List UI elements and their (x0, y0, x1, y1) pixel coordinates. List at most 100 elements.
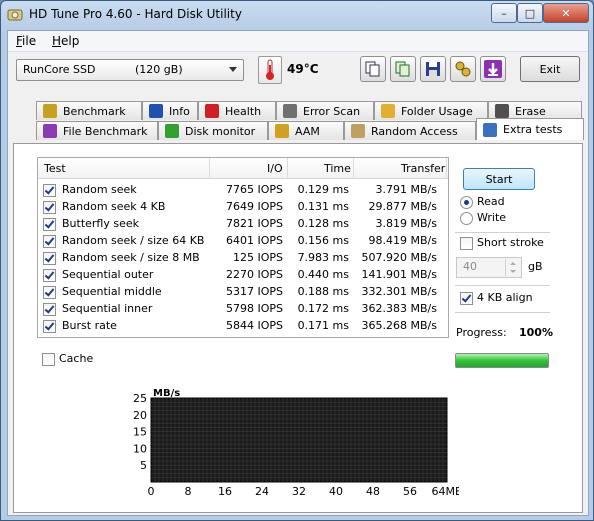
time-value: 0.440 ms (297, 268, 349, 281)
short-stroke-checkbox[interactable] (460, 237, 473, 250)
write-radio[interactable] (460, 212, 473, 225)
drive-select[interactable]: RunCore SSD (120 gB) (16, 59, 244, 81)
tab-label: Random Access (371, 124, 458, 138)
copy-icon (365, 61, 380, 77)
test-checkbox[interactable] (43, 235, 56, 248)
transfer-value: 3.791 MB/s (375, 183, 437, 196)
table-row[interactable]: Random seek 4 KB 7649 IOPS 0.131 ms 29.877 … (38, 199, 448, 216)
tab-extra-tests[interactable]: Extra tests (476, 118, 584, 140)
tab-random-access[interactable]: Random Access (344, 121, 476, 140)
test-checkbox[interactable] (43, 201, 56, 214)
header-transfer[interactable]: Transfer (401, 162, 445, 175)
header-time[interactable]: Time (324, 162, 351, 175)
io-value: 5798 IOPS (225, 302, 283, 315)
x-tick-label: 64MB (431, 485, 459, 497)
table-row[interactable]: Sequential inner 5798 IOPS 0.172 ms 362.383… (38, 301, 448, 318)
test-name: Sequential inner (62, 302, 153, 315)
divider (455, 285, 550, 286)
test-checkbox[interactable] (43, 252, 56, 265)
test-name: Random seek 4 KB (62, 200, 166, 213)
time-value: 0.131 ms (297, 200, 349, 213)
align-checkbox[interactable] (460, 292, 473, 305)
x-tick-label: 32 (292, 485, 306, 497)
header-test[interactable]: Test (44, 162, 66, 175)
save-button[interactable] (420, 56, 446, 82)
app-icon (7, 9, 23, 21)
tab-disk-monitor[interactable]: Disk monitor (158, 121, 268, 140)
close-button[interactable]: ✕ (543, 3, 589, 23)
tab-health[interactable]: Health (198, 101, 276, 120)
test-checkbox[interactable] (43, 269, 56, 282)
cache-label: Cache (59, 352, 94, 365)
transfer-value: 332.301 MB/s (361, 285, 437, 298)
y-tick-label: 20 (133, 409, 147, 422)
options-button[interactable] (450, 56, 476, 82)
extra-tests-panel: Test I/O Time Transfer Random seek 7765 I… (13, 143, 583, 513)
tab-label: Info (169, 104, 190, 118)
test-checkbox[interactable] (43, 218, 56, 231)
x-tick-label: 56 (403, 485, 417, 497)
tab-file-benchmark[interactable]: File Benchmark (36, 121, 158, 140)
time-value: 0.129 ms (297, 183, 349, 196)
exit-button[interactable]: Exit (520, 56, 580, 82)
extra-tests-icon (483, 122, 497, 137)
tab-label: Disk monitor (185, 124, 256, 138)
tab-aam[interactable]: AAM (268, 121, 344, 140)
tab-error-scan[interactable]: Error Scan (276, 101, 374, 120)
read-radio[interactable] (460, 196, 473, 209)
test-checkbox[interactable] (43, 286, 56, 299)
time-value: 0.172 ms (297, 302, 349, 315)
tab-info[interactable]: Info (142, 101, 198, 120)
time-value: 0.128 ms (297, 217, 349, 230)
test-name: Sequential outer (62, 268, 154, 281)
test-name: Random seek / size 64 KB (62, 234, 205, 247)
tab-benchmark[interactable]: Benchmark (36, 101, 142, 120)
menu-file[interactable]: File (16, 34, 36, 48)
maximize-button[interactable]: □ (517, 3, 543, 23)
transfer-value: 98.419 MB/s (368, 234, 437, 247)
health-icon (205, 104, 219, 118)
time-value: 7.983 ms (297, 251, 349, 264)
test-name: Random seek / size 8 MB (62, 251, 200, 264)
table-row[interactable]: Burst rate 5844 IOPS 0.171 ms 365.268 MB/s (38, 318, 448, 335)
table-row[interactable]: Random seek / size 64 KB 6401 IOPS 0.156 m… (38, 233, 448, 250)
table-header: Test I/O Time Transfer (38, 158, 448, 179)
download-icon (484, 60, 502, 78)
time-value: 0.156 ms (297, 234, 349, 247)
download-button[interactable] (480, 56, 506, 82)
short-stroke-stepper[interactable]: 40 (456, 257, 522, 278)
cache-checkbox[interactable] (42, 353, 55, 366)
results-table: Test I/O Time Transfer Random seek 7765 I… (37, 157, 449, 338)
start-button[interactable]: Start (463, 168, 535, 190)
error-scan-icon (283, 104, 297, 118)
table-row[interactable]: Sequential middle 5317 IOPS 0.188 ms 332.30… (38, 284, 448, 301)
copy-all-button[interactable] (390, 56, 416, 82)
test-checkbox[interactable] (43, 184, 56, 197)
tab-label: Folder Usage (401, 104, 473, 118)
speaker-icon (275, 124, 289, 138)
write-label: Write (477, 211, 507, 224)
toolbar: RunCore SSD (120 gB) 49°C Exit (8, 52, 588, 92)
io-value: 7765 IOPS (225, 183, 283, 196)
wrench-icon (455, 61, 471, 77)
tab-label: Extra tests (503, 123, 563, 136)
tab-label: Benchmark (63, 104, 126, 118)
test-checkbox[interactable] (43, 320, 56, 333)
tab-folder-usage[interactable]: Folder Usage (374, 101, 488, 120)
io-value: 2270 IOPS (225, 268, 283, 281)
app-window: HD Tune Pro 4.60 - Hard Disk Utility – □… (0, 0, 594, 521)
table-row[interactable]: Sequential outer 2270 IOPS 0.440 ms 141.901… (38, 267, 448, 284)
random-access-icon (351, 124, 365, 138)
minimize-button[interactable]: – (491, 3, 517, 23)
test-checkbox[interactable] (43, 303, 56, 316)
menu-help[interactable]: Help (52, 34, 79, 48)
table-row[interactable]: Butterfly seek 7821 IOPS 0.128 ms 3.819 MB/… (38, 216, 448, 233)
table-row[interactable]: Random seek 7765 IOPS 0.129 ms 3.791 MB/s (38, 182, 448, 199)
copy-button[interactable] (360, 56, 386, 82)
spin-buttons[interactable] (505, 259, 520, 276)
y-axis-label: MB/s (153, 388, 180, 399)
read-label: Read (477, 195, 505, 208)
io-value: 5317 IOPS (225, 285, 283, 298)
header-io[interactable]: I/O (267, 162, 283, 175)
table-row[interactable]: Random seek / size 8 MB 125 IOPS 7.983 ms 5… (38, 250, 448, 267)
